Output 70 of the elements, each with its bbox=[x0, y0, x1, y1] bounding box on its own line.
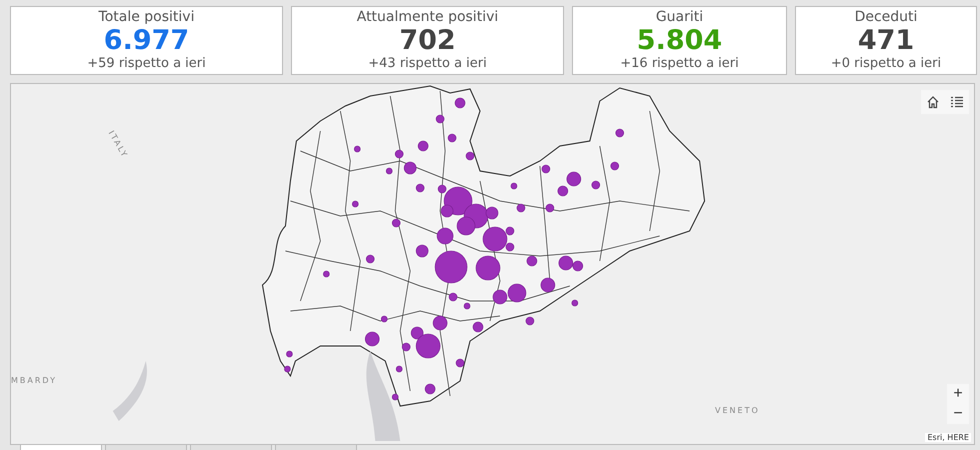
case-bubble[interactable] bbox=[434, 250, 468, 284]
case-bubble[interactable] bbox=[323, 270, 330, 278]
case-bubble[interactable] bbox=[508, 284, 526, 302]
case-bubble[interactable] bbox=[402, 342, 410, 352]
region-label: MBARDY bbox=[11, 376, 58, 385]
case-bubble[interactable] bbox=[472, 322, 484, 332]
case-bubble[interactable] bbox=[572, 260, 584, 272]
case-bubble[interactable] bbox=[410, 326, 424, 340]
case-bubble[interactable] bbox=[572, 300, 578, 306]
case-bubble[interactable] bbox=[424, 384, 436, 394]
card-title: Attualmente positivi bbox=[356, 9, 498, 26]
case-bubble[interactable] bbox=[416, 184, 424, 192]
card-value: 6.977 bbox=[104, 26, 190, 56]
card-change: +16 rispetto a ieri bbox=[620, 56, 739, 72]
case-bubble[interactable] bbox=[380, 316, 388, 322]
zoom-out-button[interactable]: − bbox=[947, 404, 969, 424]
case-bubble[interactable] bbox=[436, 228, 454, 244]
card-value: 471 bbox=[858, 26, 914, 56]
case-bubble[interactable] bbox=[436, 114, 444, 124]
case-bubble[interactable] bbox=[354, 146, 361, 152]
case-bubble[interactable] bbox=[456, 216, 476, 236]
case-bubble[interactable] bbox=[352, 200, 359, 208]
case-bubble[interactable] bbox=[366, 254, 375, 264]
home-icon bbox=[926, 95, 940, 109]
case-bubble[interactable] bbox=[440, 204, 454, 218]
case-bubble[interactable] bbox=[558, 256, 574, 270]
case-bubble[interactable] bbox=[542, 164, 550, 174]
case-bubble[interactable] bbox=[432, 316, 448, 330]
card-title: Deceduti bbox=[854, 9, 918, 26]
case-bubble[interactable] bbox=[510, 182, 518, 190]
case-bubble[interactable] bbox=[396, 366, 402, 372]
case-bubble[interactable] bbox=[540, 278, 556, 292]
case-bubble[interactable] bbox=[546, 204, 554, 212]
case-bubble[interactable] bbox=[364, 332, 380, 346]
case-bubble[interactable] bbox=[454, 98, 466, 108]
case-bubble[interactable] bbox=[610, 162, 620, 170]
case-bubble[interactable] bbox=[492, 290, 508, 304]
case-bubble[interactable] bbox=[404, 162, 416, 174]
case-bubble[interactable] bbox=[482, 226, 508, 252]
case-bubble[interactable] bbox=[486, 206, 498, 220]
case-bubble[interactable] bbox=[592, 180, 600, 190]
card-title: Guariti bbox=[656, 9, 704, 26]
list-icon bbox=[950, 95, 964, 109]
case-bubble[interactable] bbox=[558, 186, 568, 196]
case-bubble[interactable] bbox=[566, 172, 582, 186]
case-bubble[interactable] bbox=[416, 244, 428, 258]
zoom-in-button[interactable]: + bbox=[947, 384, 969, 404]
region-label: VENETO bbox=[715, 406, 760, 415]
card-change: +59 rispetto a ieri bbox=[87, 56, 206, 72]
case-bubble[interactable] bbox=[526, 316, 534, 326]
case-bubble[interactable] bbox=[516, 204, 526, 212]
case-bubble[interactable] bbox=[418, 140, 428, 152]
case-bubble[interactable] bbox=[286, 350, 293, 358]
case-bubble[interactable] bbox=[416, 334, 440, 358]
case-bubble[interactable] bbox=[438, 184, 446, 194]
case-bubble[interactable] bbox=[615, 128, 624, 138]
case-bubble[interactable] bbox=[392, 218, 400, 228]
case-bubble[interactable] bbox=[476, 256, 500, 280]
case-bubble[interactable] bbox=[456, 358, 464, 368]
card-value: 702 bbox=[399, 26, 456, 56]
card-change: +43 rispetto a ieri bbox=[368, 56, 487, 72]
card-title: Totale positivi bbox=[98, 9, 194, 26]
case-bubble[interactable] bbox=[284, 366, 291, 372]
card-change: +0 rispetto a ieri bbox=[830, 56, 942, 72]
case-bubble[interactable] bbox=[526, 256, 538, 266]
lake-shape bbox=[112, 361, 147, 421]
case-bubble[interactable] bbox=[386, 168, 392, 174]
case-bubble[interactable] bbox=[392, 394, 398, 400]
map-attribution: Esri, HERE bbox=[925, 433, 971, 442]
card-value: 5.804 bbox=[636, 26, 722, 56]
